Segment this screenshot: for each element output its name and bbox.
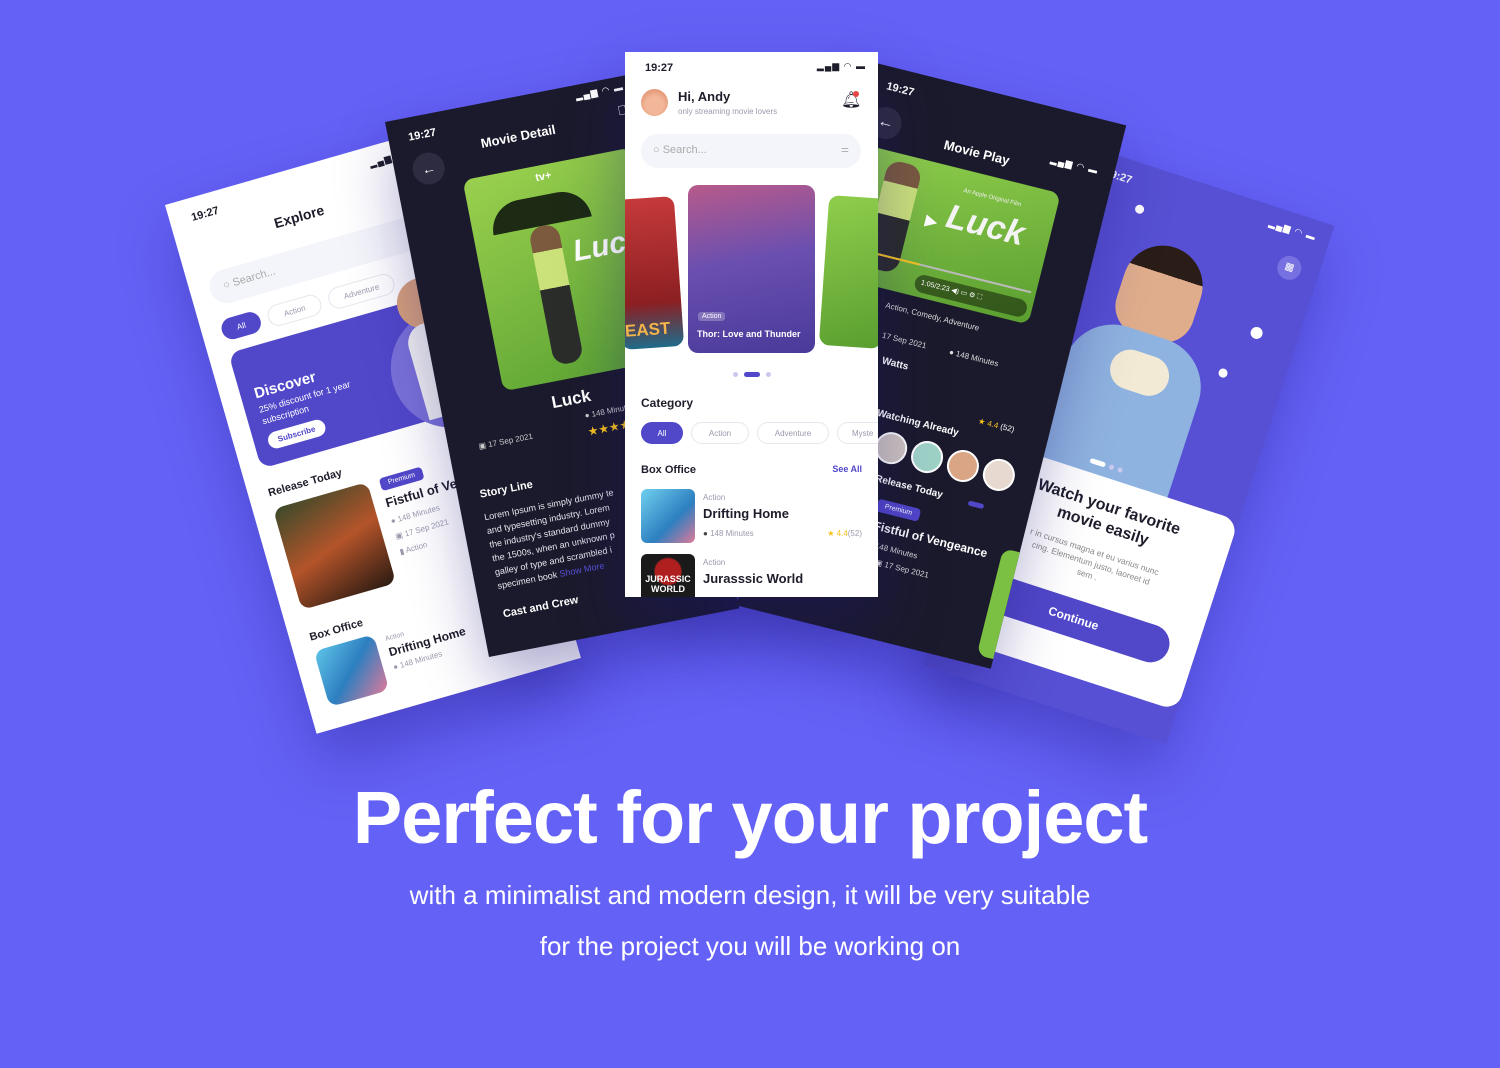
drifting-home-thumb[interactable] [313,634,390,708]
premium-badge: Premium [875,498,922,522]
fistful-poster[interactable] [272,482,397,610]
status-icons: ▂▄▆ ◠ ▬ [574,81,625,102]
play-icon[interactable]: ▶ [923,210,940,232]
headline: Perfect for your project [352,776,1148,859]
settings-icon[interactable]: ⚙ [968,291,976,299]
status-icons: ▂▄▆ ◠ ▬ [816,61,866,71]
cast-title: Cast and Crew [502,594,580,621]
item-rating: ★ 4.4(52) [827,529,862,538]
movie-duration: 148 Minutes [874,541,919,561]
item-genre: Action [703,558,726,567]
carousel-poster-thor[interactable]: Action Thor: Love and Thunder [688,185,815,353]
poster-title: Thor: Love and Thunder [697,329,801,339]
see-all-link[interactable]: See All [832,464,862,474]
filter-icon[interactable]: ⚌ [841,144,849,155]
release-genre: ▮ Action [398,540,429,557]
search-icon: ○ [653,144,663,156]
item-genre: Action [703,493,726,502]
poster-brand: tv+ [534,169,553,185]
drifting-home-thumb [641,489,695,543]
category-title: Category [641,396,694,410]
status-icons: ▂▄▆ ◠ ▬ [1049,154,1100,176]
home-screen: 19:27 ▂▄▆ ◠ ▬ Hi, Andy only streaming mo… [625,52,878,597]
chip-adventure[interactable]: Adventure [325,271,398,312]
jurassic-world-thumb: JURASSIC WORLD [641,554,695,597]
decor-dot [1217,367,1229,379]
release-date: 17 Sep 2021 [881,330,928,351]
back-button[interactable]: ← [409,149,448,188]
video-time: 1:05/2:23 [920,279,951,294]
status-time: 19:27 [645,62,674,74]
search-input[interactable]: ○ Search... ⚌ [641,134,861,168]
avatar[interactable] [943,446,983,486]
carousel-dot-active[interactable] [744,372,760,377]
chip-all[interactable]: All [641,422,683,444]
greeting-subtitle: only streaming movie lovers [678,107,778,116]
chip-mystery[interactable]: Myste [837,422,878,444]
arrow-left-icon: ← [875,112,896,133]
notification-dot [853,91,859,97]
carousel-dot[interactable] [733,372,738,377]
arrow-left-icon: ← [420,159,438,178]
director: Watts [880,355,910,373]
volume-icon[interactable]: ◀) [950,287,959,296]
cc-icon[interactable]: ▭ [960,289,968,297]
subheadline-line-1: with a minimalist and modern design, it … [409,880,1091,910]
box-office-title: Box Office [641,464,697,476]
avatar[interactable] [979,455,1019,495]
movie-title: Luck [549,385,593,413]
item-title: Drifting Home [703,506,789,521]
story-text: Lorem Ipsum is simply dummy te and typese… [483,487,616,591]
poster-genre: Action [698,312,726,321]
chip-action[interactable]: Action [265,292,325,329]
movie-date: ▣ 17 Sep 2021 [874,557,930,580]
carousel-poster-left[interactable]: EAST [625,196,685,350]
release-title: Release Today [873,473,944,501]
story-title: Story Line [478,478,534,501]
page-title: Movie Play [942,137,1012,168]
status-icons: ▂▄▆ ◠ ▬ [1267,217,1318,243]
calendar-button[interactable]: ▦ [1274,252,1305,284]
thumb-text: JURASSIC WORLD [645,574,691,594]
decor-dot [1249,325,1265,341]
status-time: 19:27 [190,204,221,224]
page-title: Movie Detail [479,121,557,151]
decor-dot [1133,203,1146,215]
chip-action[interactable]: Action [691,422,749,444]
pager-dot-active [967,500,985,510]
chip-all[interactable]: All [218,309,264,342]
item-duration: ● 148 Minutes [703,529,754,538]
star-icon: ★ [827,529,837,538]
status-time: 19:27 [885,80,916,99]
carousel-dot[interactable] [766,372,771,377]
avatar[interactable] [641,89,668,116]
fullscreen-icon[interactable]: ⛶ [976,293,982,301]
rating: ★ 4.4 (52) [977,416,1016,435]
page-title: Explore [272,201,326,232]
greeting: Hi, Andy [678,89,731,104]
item-title: Jurasssic World [703,571,804,586]
chip-adventure[interactable]: Adventure [757,422,829,444]
duration: ● 148 Minutes [948,347,1000,369]
subheadline-line-2: for the project you will be working on [539,931,961,961]
clock-icon: ● [703,529,711,538]
carousel-poster-right[interactable] [818,195,878,349]
bell-icon[interactable]: 🔔︎ [841,90,861,110]
release-date: ▣ 17 Sep 2021 [477,431,534,452]
avatar[interactable] [907,437,947,477]
status-time: 19:27 [407,126,438,144]
